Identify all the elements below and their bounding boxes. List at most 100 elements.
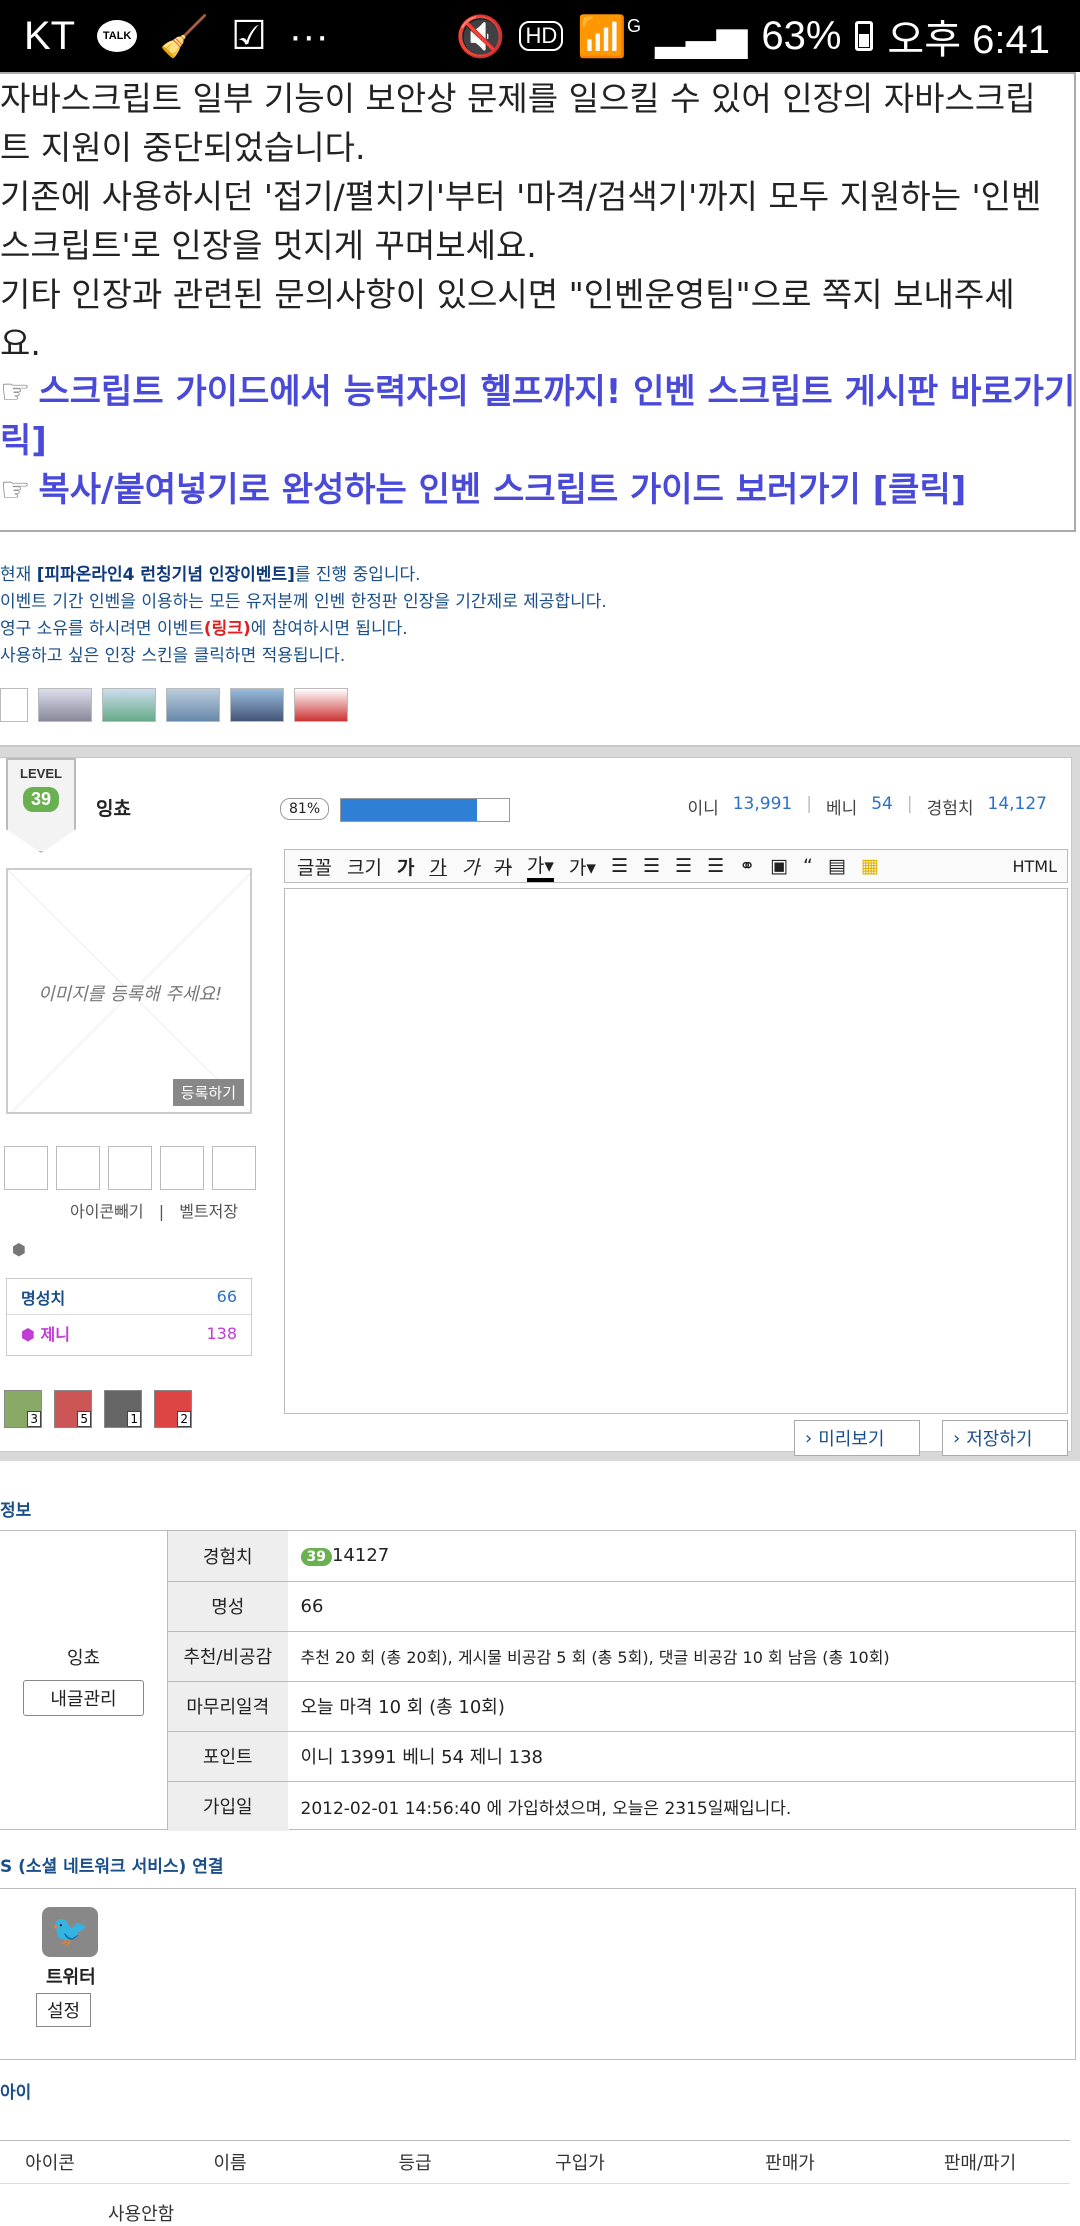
event-title: [피파온라인4 런칭기념 인장이벤트] — [36, 565, 295, 585]
status-bar: KT TALK 🧹 ☑ ··· 🔇 HD 📶 G ▂▃▅ 63% 오후 6:41 — [0, 0, 1080, 72]
notice-box: 자바스크립트 일부 기능이 보안상 문제를 일으킬 수 있어 인장의 자바스크립… — [0, 72, 1076, 532]
wifi-icon: 📶 — [577, 14, 628, 59]
save-icon[interactable]: ▤ — [828, 855, 846, 877]
chevron-right-icon: › — [953, 1427, 961, 1449]
item-belt: 3 5 1 2 — [4, 1390, 192, 1428]
item-icon[interactable]: 3 — [4, 1390, 42, 1428]
item-icon[interactable]: 1 — [104, 1390, 142, 1428]
sns-section-title: S (소셜 네트워크 서비스) 연결 — [0, 1857, 224, 1877]
hd-icon: HD — [519, 21, 564, 51]
pointing-hand-icon: ☞ — [0, 372, 31, 412]
clock: 오후 6:41 — [887, 18, 1050, 62]
notice-line: 자바스크립트 일부 기능이 보안상 문제를 일으킬 수 있어 인장의 자바스크립 — [0, 79, 1036, 118]
network-type-label: G — [627, 15, 642, 36]
more-notifications-icon: ··· — [288, 13, 329, 58]
bold-button[interactable]: 가 — [397, 853, 414, 880]
level-number: 39 — [22, 787, 60, 812]
underline-button[interactable]: 가 — [429, 853, 446, 880]
item-icon[interactable]: 2 — [154, 1390, 192, 1428]
items-table-header: 아이콘 이름 등급 구입가 판매가 판매/파기 — [0, 2140, 1070, 2184]
member-info: 잉쵸 내글관리 경험치 39 14127 명성 66 추천/비공감 추천 20 회 (총… — [0, 1530, 1076, 1831]
italic-button[interactable]: 가 — [462, 853, 479, 880]
save-button[interactable]: › 저장하기 — [942, 1420, 1068, 1456]
skin-option[interactable] — [230, 688, 284, 722]
zeni-value: 138 — [206, 1323, 237, 1343]
benny-value: 54 — [871, 794, 893, 814]
icon-slots — [4, 1146, 256, 1190]
member-name: 잉쵸 — [66, 1648, 101, 1669]
exp-progress-bar — [340, 798, 510, 822]
icon-slot[interactable] — [160, 1146, 204, 1190]
html-toggle[interactable]: HTML — [1012, 857, 1057, 876]
strike-button[interactable]: 가 — [494, 853, 511, 880]
skin-option[interactable] — [102, 688, 156, 722]
notice-line: 기존에 사용하시던 '접기/펼치기'부터 '마격/검색기'까지 모두 지원하는 … — [0, 177, 1042, 216]
align-left-icon[interactable]: ☰ — [611, 855, 628, 877]
notice-line: 스크립트'로 인장을 멋지게 꾸며보세요. — [0, 226, 537, 265]
notice-line: 기타 인장과 관련된 문의사항이 있으시면 "인벤운영팀"으로 쪽지 보내주세 — [0, 275, 1015, 314]
icon-remove-link[interactable]: 아이콘빼기 — [70, 1202, 144, 1221]
align-right-icon[interactable]: ☰ — [675, 855, 692, 877]
link-icon[interactable]: ⚭ — [739, 855, 755, 877]
icon-slot[interactable] — [4, 1146, 48, 1190]
manage-posts-button[interactable]: 내글관리 — [23, 1680, 144, 1716]
level-badge-small: 39 — [300, 1548, 332, 1567]
items-first-row: 사용안함 — [108, 2204, 175, 2225]
event-notice: 현재 [피파온라인4 런칭기념 인장이벤트]를 진행 중입니다. 이벤트 기간 … — [0, 565, 607, 666]
level-badge: LEVEL 39 — [6, 758, 76, 853]
inni-value: 13,991 — [732, 794, 793, 814]
icon-links: 아이콘빼기 | 벨트저장 — [70, 1202, 239, 1221]
image-icon[interactable]: ▣ — [770, 855, 788, 877]
kakaotalk-icon: TALK — [97, 20, 138, 52]
battery-icon — [855, 21, 874, 51]
info-table: 경험치 39 14127 명성 66 추천/비공감 추천 20 회 (총 20회), 게… — [168, 1531, 1076, 1831]
editor-toolbar: 글꼴 크기 가 가 가 가 가▾ 가▾ ☰ ☰ ☰ ☰ ⚭ ▣ “ ▤ ▦ HT… — [284, 849, 1068, 883]
signature-editor[interactable] — [284, 888, 1068, 1414]
skin-option[interactable] — [294, 688, 348, 722]
icon-slot[interactable] — [108, 1146, 152, 1190]
bg-color-button[interactable]: 가▾ — [569, 853, 596, 880]
skin-option[interactable] — [0, 688, 28, 722]
skin-option[interactable] — [38, 688, 92, 722]
signature-panel: LEVEL 39 잉쵸 81% 이니 13,991 | 베니 54 | 경험치 14,… — [0, 745, 1080, 1461]
skin-list — [0, 688, 348, 722]
pointing-hand-icon: ☞ — [0, 470, 31, 510]
preview-button[interactable]: › 미리보기 — [794, 1420, 920, 1456]
font-color-button[interactable]: 가▾ — [526, 851, 554, 882]
cleaner-icon: 🧹 — [159, 14, 209, 59]
size-button[interactable]: 크기 — [347, 853, 382, 880]
justify-icon[interactable]: ☰ — [707, 855, 724, 877]
event-link[interactable]: (링크) — [204, 619, 251, 639]
twitter-label: 트위터 — [46, 1967, 96, 1988]
icon-slot[interactable] — [212, 1146, 256, 1190]
script-guide-link[interactable]: ☞ 복사/붙여넣기로 완성하는 인벤 스크립트 가이드 보러가기 [클릭] — [0, 466, 1074, 515]
items-section-title: 아이 — [0, 2083, 32, 2103]
carrier-label: KT — [24, 13, 76, 58]
script-board-link-cont[interactable]: 릭] — [0, 417, 1074, 466]
emoticon-icon[interactable]: ▦ — [861, 855, 879, 877]
progress-label: 81% — [280, 798, 330, 820]
currency-stats: 이니 13,991 | 베니 54 | 경험치 14,127 — [687, 794, 1047, 819]
battery-percent: 63% — [761, 13, 842, 58]
skin-option[interactable] — [166, 688, 220, 722]
cube-icon: ⬢ — [12, 1240, 26, 1259]
exp-value: 14,127 — [987, 794, 1047, 814]
belt-save-link[interactable]: 벨트저장 — [179, 1202, 238, 1221]
notice-line: 트 지원이 중단되었습니다. — [0, 128, 366, 167]
quote-icon[interactable]: “ — [803, 855, 813, 877]
fame-value: 66 — [216, 1287, 237, 1306]
zeni-icon: ⬢ — [21, 1325, 35, 1344]
check-icon: ☑ — [230, 14, 267, 58]
align-center-icon[interactable]: ☰ — [643, 855, 660, 877]
exp-progress-fill — [341, 799, 478, 821]
script-board-link[interactable]: ☞ 스크립트 가이드에서 능력자의 헬프까지! 인벤 스크립트 게시판 바로가기 … — [0, 368, 1074, 417]
register-image-button[interactable]: 등록하기 — [172, 1079, 244, 1106]
reputation-box: 명성치 66 ⬢ 제니 138 — [6, 1278, 252, 1356]
profile-image-box: 이미지를 등록해 주세요! 등록하기 — [6, 868, 252, 1114]
fame-label: 명성치 — [21, 1288, 66, 1308]
icon-slot[interactable] — [56, 1146, 100, 1190]
signal-icon: ▂▃▅ — [655, 14, 748, 58]
font-button[interactable]: 글꼴 — [297, 853, 332, 880]
twitter-setting-button[interactable]: 설정 — [36, 1993, 92, 2027]
item-icon[interactable]: 5 — [54, 1390, 92, 1428]
